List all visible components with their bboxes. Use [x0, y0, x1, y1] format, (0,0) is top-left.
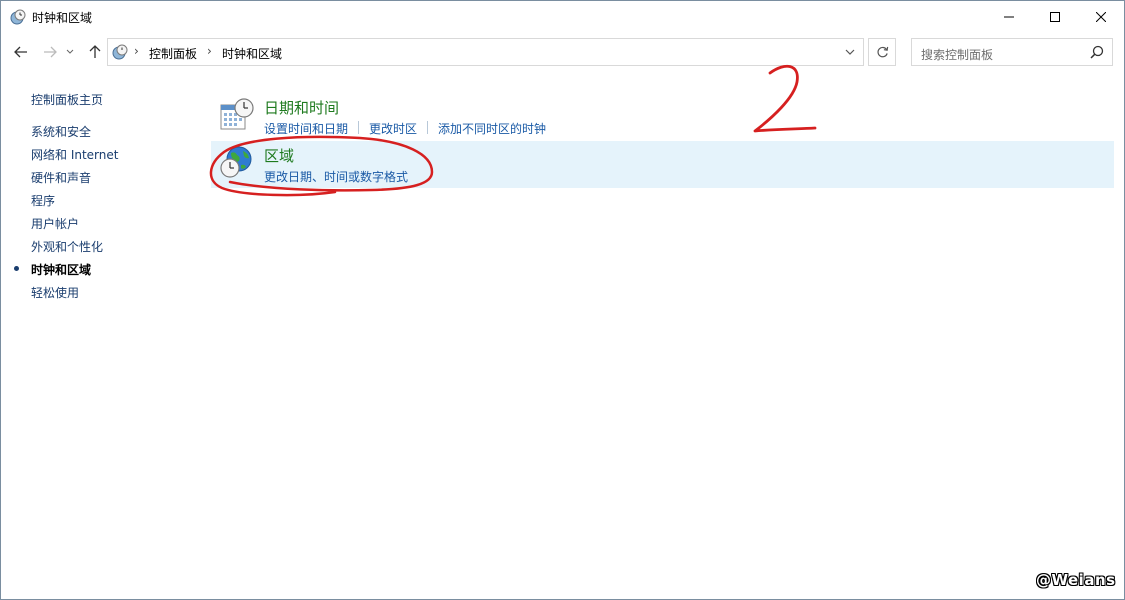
maximize-button[interactable]	[1032, 1, 1078, 32]
window-title: 时钟和区域	[32, 11, 93, 25]
link-change-timezone[interactable]: 更改时区	[369, 120, 417, 137]
sidebar-item-system-security[interactable]: 系统和安全	[31, 123, 91, 140]
refresh-button[interactable]	[868, 38, 896, 66]
sidebar-home-link[interactable]: 控制面板主页	[31, 91, 103, 108]
category-region[interactable]: 区域 更改日期、时间或数字格式	[211, 141, 1114, 188]
search-box[interactable]: 搜索控制面板	[911, 38, 1113, 66]
close-button[interactable]	[1078, 1, 1124, 32]
sidebar-item-network-internet[interactable]: 网络和 Internet	[31, 146, 118, 163]
search-icon[interactable]	[1090, 45, 1104, 59]
category-links-region: 更改日期、时间或数字格式	[264, 168, 408, 185]
arrow-right-icon	[44, 46, 57, 58]
minimize-button[interactable]	[986, 1, 1032, 32]
chevron-down-icon	[845, 49, 855, 55]
sidebar-item-ease-of-access[interactable]: 轻松使用	[31, 284, 79, 301]
link-change-formats[interactable]: 更改日期、时间或数字格式	[264, 168, 408, 185]
search-placeholder: 搜索控制面板	[921, 48, 994, 62]
control-panel-icon	[112, 44, 128, 60]
back-button[interactable]	[10, 39, 32, 65]
breadcrumb-clock-region[interactable]: 时钟和区域	[222, 45, 282, 62]
category-title-region[interactable]: 区域	[264, 145, 294, 166]
breadcrumb-separator-icon[interactable]: ›	[134, 44, 139, 58]
arrow-left-icon	[14, 46, 27, 58]
sidebar-item-hardware-sound[interactable]: 硬件和声音	[31, 169, 91, 186]
close-icon	[1096, 11, 1106, 22]
address-dropdown-button[interactable]	[837, 39, 863, 65]
link-add-clocks[interactable]: 添加不同时区的时钟	[438, 120, 546, 137]
arrow-up-icon	[89, 45, 101, 58]
forward-button[interactable]	[39, 39, 61, 65]
up-button[interactable]	[84, 39, 106, 65]
category-date-time: 日期和时间 设置时间和日期 更改时区 添加不同时区的时钟	[211, 93, 1114, 140]
address-bar[interactable]: › 控制面板 › 时钟和区域	[107, 38, 864, 66]
sidebar-item-programs[interactable]: 程序	[31, 192, 55, 209]
sidebar-item-clock-region[interactable]: 时钟和区域	[31, 261, 91, 278]
link-set-date-time[interactable]: 设置时间和日期	[264, 120, 348, 137]
title-bar: 时钟和区域	[1, 1, 1124, 32]
watermark: @Weians	[1036, 571, 1116, 589]
navigation-bar: › 控制面板 › 时钟和区域 搜索控制面板	[1, 36, 1124, 68]
recent-locations-button[interactable]	[63, 39, 77, 65]
category-links-date-time: 设置时间和日期 更改时区 添加不同时区的时钟	[264, 120, 546, 137]
maximize-icon	[1050, 11, 1060, 22]
control-panel-window: 时钟和区域 › 控制面板 › 时钟和区域 搜索控制面板 控制面板主页 系统和安全…	[0, 0, 1125, 600]
minimize-icon	[1004, 16, 1014, 17]
link-divider	[358, 121, 360, 134]
category-title-date-time[interactable]: 日期和时间	[264, 97, 339, 118]
chevron-down-icon	[66, 49, 74, 54]
breadcrumb-separator-icon[interactable]: ›	[207, 44, 212, 58]
current-item-bullet	[14, 266, 19, 271]
sidebar-item-appearance[interactable]: 外观和个性化	[31, 238, 103, 255]
globe-clock-icon[interactable]	[219, 145, 255, 181]
clock-region-icon	[10, 9, 26, 25]
calendar-clock-icon[interactable]	[219, 97, 255, 133]
sidebar-item-user-accounts[interactable]: 用户帐户	[31, 215, 79, 232]
breadcrumb-control-panel[interactable]: 控制面板	[149, 45, 197, 62]
refresh-icon	[876, 46, 888, 57]
link-divider	[427, 121, 429, 134]
